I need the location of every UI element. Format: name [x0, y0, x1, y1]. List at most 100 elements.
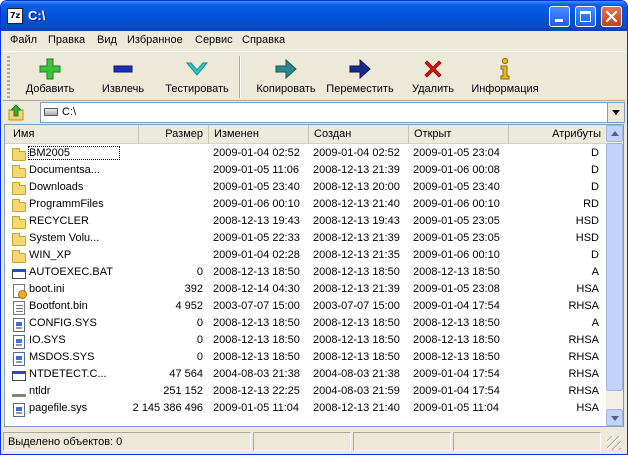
file-size: 4 952 [175, 300, 203, 312]
file-name: MSDOS.SYS [29, 351, 95, 363]
delete-button[interactable]: Удалить [405, 55, 461, 99]
info-button[interactable]: Информация [469, 55, 541, 99]
file-modified: 2009-01-05 23:40 [213, 181, 300, 193]
file-row[interactable]: boot.ini 392 2008-12-14 04:30 2008-12-13 21… [5, 281, 607, 299]
file-list[interactable]: Имя Размер Изменен Создан Открыт Атрибут… [4, 124, 624, 427]
toolbar: Добавить Извлечь Тестировать Копировать [3, 51, 625, 101]
file-name: RECYCLER [29, 215, 89, 227]
path-dropdown-button[interactable] [607, 103, 624, 122]
file-row[interactable]: BM2005 2009-01-04 02:52 2009-01-04 02:52 20… [5, 145, 607, 162]
file-row[interactable]: Downloads 2009-01-05 23:40 2008-12-13 20:0… [5, 179, 607, 196]
close-button[interactable] [601, 6, 622, 27]
vertical-scrollbar[interactable] [606, 125, 623, 426]
file-modified: 2008-12-14 04:30 [213, 283, 300, 295]
scroll-up-button[interactable] [606, 125, 623, 142]
file-modified: 2008-12-13 18:50 [213, 351, 300, 363]
file-accessed: 2009-01-05 23:05 [413, 232, 500, 244]
scroll-down-button[interactable] [606, 409, 623, 426]
file-created: 2008-12-13 21:39 [313, 164, 400, 176]
file-row[interactable]: Documentsa... 2009-01-05 11:06 2008-12-13 … [5, 162, 607, 179]
column-name[interactable]: Имя [5, 125, 139, 144]
file-name: System Volu... [29, 232, 100, 244]
file-row[interactable]: IO.SYS 0 2008-12-13 18:50 2008-12-13 18:50 2… [5, 332, 607, 349]
plus-icon [38, 57, 62, 81]
file-row[interactable]: RECYCLER 2008-12-13 19:43 2008-12-13 19:43… [5, 213, 607, 230]
column-accessed[interactable]: Открыт [409, 125, 509, 144]
menu-view[interactable]: Вид [97, 34, 117, 46]
folder-icon-shape [12, 250, 26, 263]
folder-icon-shape [12, 165, 26, 178]
batch-file-icon-shape [12, 269, 26, 279]
file-row[interactable]: NTDETECT.C... 47 564 2004-08-03 21:38 2004-… [5, 366, 607, 383]
file-row[interactable]: WIN_XP 2009-01-04 02:28 2008-12-13 21:35 20… [5, 247, 607, 264]
file-modified: 2009-01-06 00:10 [213, 198, 300, 210]
minimize-button[interactable] [549, 6, 570, 27]
arrow-down-icon [611, 416, 619, 421]
file-row[interactable]: MSDOS.SYS 0 2008-12-13 18:50 2008-12-13 18:… [5, 349, 607, 366]
folder-icon [11, 181, 27, 196]
menu-file[interactable]: Файл [10, 34, 37, 46]
batch-file-icon [11, 266, 27, 281]
toolbar-grip[interactable] [7, 56, 10, 98]
file-row[interactable]: ProgrammFiles 2009-01-06 00:10 2008-12-13 … [5, 196, 607, 213]
column-created-label: Создан [314, 128, 352, 140]
file-size: 0 [196, 317, 203, 329]
file-name: Downloads [29, 181, 84, 193]
copy-arrow-icon [274, 57, 298, 81]
column-size[interactable]: Размер [139, 125, 209, 144]
file-created: 2008-12-13 19:43 [313, 215, 400, 227]
menu-edit[interactable]: Правка [48, 34, 85, 46]
folder-icon [11, 147, 27, 162]
folder-icon [11, 164, 27, 179]
path-text: C:\ [62, 106, 77, 118]
folder-icon-shape [12, 216, 26, 229]
file-name: NTDETECT.C... [29, 368, 107, 380]
folder-up-button[interactable] [7, 103, 25, 121]
menu-help[interactable]: Справка [242, 34, 285, 46]
scroll-thumb[interactable] [606, 143, 623, 391]
file-modified: 2008-12-13 18:50 [213, 334, 300, 346]
move-button[interactable]: Переместить [323, 55, 397, 99]
status-pane-3 [353, 432, 451, 451]
file-row[interactable]: pagefile.sys 2 145 386 496 2009-01-05 11:0… [5, 400, 607, 417]
status-pane-selection: Выделено объектов: 0 [3, 432, 251, 451]
file-row[interactable]: AUTOEXEC.BAT 0 2008-12-13 18:50 2008-12-13 … [5, 264, 607, 281]
file-created: 2004-08-03 21:59 [313, 385, 400, 397]
file-row[interactable]: Bootfont.bin 4 952 2003-07-07 15:00 2003-07… [5, 298, 607, 315]
file-name: AUTOEXEC.BAT [29, 266, 113, 278]
file-accessed: 2009-01-06 00:08 [413, 164, 500, 176]
test-button[interactable]: Тестировать [161, 55, 233, 99]
binary-file-icon-shape [13, 301, 25, 315]
add-label: Добавить [25, 83, 75, 95]
column-attributes[interactable]: Атрибуты [509, 125, 607, 144]
file-attributes: HSD [575, 215, 599, 227]
file-modified: 2004-08-03 21:38 [213, 368, 300, 380]
file-accessed: 2008-12-13 18:50 [413, 317, 500, 329]
file-row[interactable]: ntldr 251 152 2008-12-13 22:25 2004-08-03 2… [5, 383, 607, 400]
file-attributes: HSD [575, 232, 599, 244]
file-row[interactable]: System Volu... 2009-01-05 22:33 2008-12-13… [5, 230, 607, 247]
extract-button[interactable]: Извлечь [93, 55, 153, 99]
chevron-down-icon [612, 110, 620, 115]
file-size: 251 152 [163, 385, 203, 397]
loader-file-icon [11, 385, 27, 400]
file-modified: 2009-01-05 11:06 [213, 164, 300, 176]
copy-label: Копировать [256, 83, 316, 95]
file-row[interactable]: CONFIG.SYS 0 2008-12-13 18:50 2008-12-13 18… [5, 315, 607, 332]
column-created[interactable]: Создан [309, 125, 409, 144]
title-bar[interactable]: 7z C:\ [1, 1, 627, 31]
folder-icon [11, 249, 27, 264]
menu-favorites[interactable]: Избранное [127, 34, 183, 46]
add-button[interactable]: Добавить [21, 55, 79, 99]
path-combobox[interactable]: C:\ [40, 102, 625, 123]
file-name: CONFIG.SYS [29, 317, 97, 329]
menu-tools[interactable]: Сервис [195, 34, 233, 46]
file-attributes: D [591, 147, 599, 159]
column-modified[interactable]: Изменен [209, 125, 309, 144]
file-size: 47 564 [169, 368, 203, 380]
maximize-button[interactable] [575, 6, 596, 27]
resize-grip[interactable] [607, 436, 621, 450]
file-size: 392 [184, 283, 203, 295]
arrow-up-icon [611, 131, 619, 136]
copy-button[interactable]: Копировать [251, 55, 321, 99]
